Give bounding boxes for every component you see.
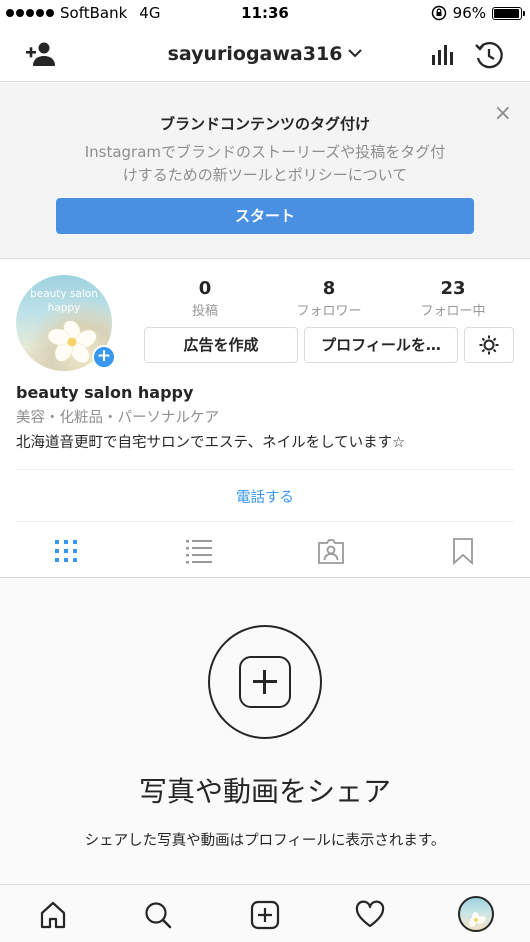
home-icon[interactable]	[38, 900, 68, 930]
divider	[16, 469, 514, 470]
profile-icon[interactable]	[458, 896, 494, 932]
create-ad-button[interactable]: 広告を作成	[144, 327, 298, 363]
empty-state-subtext: シェアした写真や動画はプロフィールに表示されます。	[84, 833, 446, 849]
new-post-icon[interactable]	[250, 900, 280, 930]
start-button[interactable]: スタート	[56, 198, 474, 234]
stat-posts: 0 投稿	[150, 278, 260, 319]
empty-state-heading: 写真や動画をシェア	[138, 775, 391, 808]
add-story-button[interactable]: +	[92, 345, 116, 369]
list-icon[interactable]	[184, 536, 214, 566]
profile-header: sayuriogawa316	[0, 28, 530, 82]
stat-following[interactable]: 23 フォロー中	[398, 278, 508, 319]
battery-icon	[492, 6, 525, 20]
profile-name: beauty salon happy	[16, 383, 194, 402]
stat-posts-label: 投稿	[191, 304, 218, 319]
bottom-tab-bar	[0, 884, 530, 942]
status-bar: SoftBank 4G 11:36 96%	[0, 0, 530, 28]
grid-icon[interactable]	[51, 536, 81, 566]
banner-description-line1: Instagramでブランドのストーリーズや投稿をタグ付	[84, 143, 446, 161]
profile-category: 美容・化粧品・パーソナルケア	[16, 410, 219, 426]
divider	[16, 521, 514, 522]
profile-section: beauty salon happy + 0 投稿 8 フォロワー 23 フォロ…	[0, 260, 530, 578]
activity-icon[interactable]	[355, 900, 385, 930]
branded-content-banner: × ブランドコンテンツのタグ付け Instagramでブランドのストーリーズや投…	[0, 83, 530, 259]
stat-following-count: 23	[440, 278, 466, 299]
saved-icon[interactable]	[448, 536, 478, 566]
add-media-button[interactable]	[208, 625, 322, 739]
plus-icon	[239, 656, 291, 708]
stat-followers-count: 8	[322, 278, 336, 299]
banner-description: Instagramでブランドのストーリーズや投稿をタグ付 けするための新ツールと…	[55, 141, 475, 187]
username-label: sayuriogawa316	[167, 43, 343, 65]
gear-icon	[479, 335, 499, 355]
stat-posts-count: 0	[198, 278, 212, 299]
battery-percent: 96%	[452, 4, 486, 22]
chevron-down-icon	[348, 41, 363, 63]
call-button[interactable]: 電話する	[0, 486, 530, 507]
flower-image	[469, 912, 486, 927]
orientation-lock-icon	[431, 5, 446, 21]
edit-profile-button[interactable]: プロフィールを…	[304, 327, 458, 363]
banner-description-line2: けするための新ツールとポリシーについて	[122, 166, 408, 184]
profile-bio: 北海道音更町で自宅サロンでエステ、ネイルをしています☆	[16, 435, 406, 451]
settings-button[interactable]	[464, 327, 514, 363]
stat-following-label: フォロー中	[420, 304, 486, 319]
archive-icon[interactable]	[474, 40, 504, 70]
stat-followers[interactable]: 8 フォロワー	[274, 278, 384, 319]
stat-followers-label: フォロワー	[296, 304, 362, 319]
empty-state: 写真や動画をシェア シェアした写真や動画はプロフィールに表示されます。	[0, 579, 530, 884]
insights-icon[interactable]	[430, 42, 454, 66]
banner-title: ブランドコンテンツのタグ付け	[159, 115, 370, 133]
search-icon[interactable]	[143, 900, 173, 930]
avatar-text-line2: happy	[47, 302, 81, 314]
avatar-text-line1: beauty salon	[30, 288, 98, 300]
tagged-icon[interactable]	[316, 536, 346, 566]
